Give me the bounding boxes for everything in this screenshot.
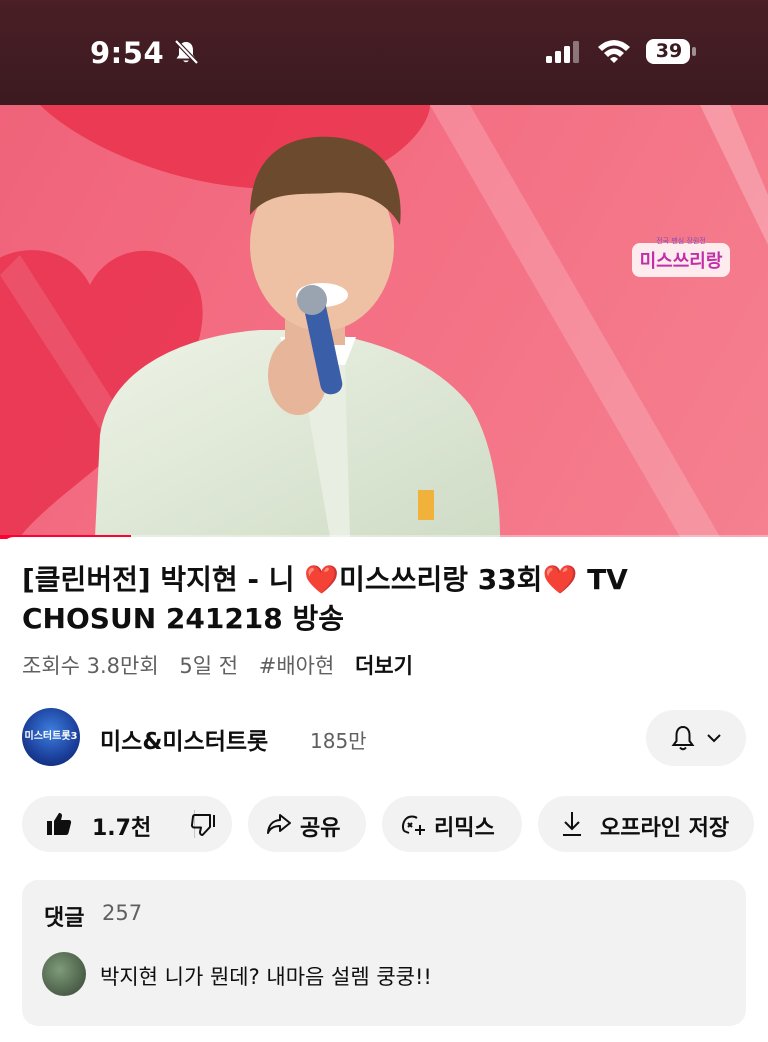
channel-avatar[interactable]: 미스터트롯3 <box>22 708 80 766</box>
status-time: 9:54 <box>90 36 165 70</box>
top-comment: 박지현 니가 뭔데? 내마음 설렘 쿵쿵!! <box>100 965 432 989</box>
remix-icon <box>402 815 425 835</box>
share-icon <box>267 814 291 834</box>
hashtag-link[interactable]: #배아현 <box>259 654 335 678</box>
battery-level: 39 <box>655 40 683 62</box>
channel-avatar-text: 미스터트롯3 <box>24 731 78 742</box>
share-button[interactable]: 공유 <box>248 796 366 852</box>
commenter-avatar <box>42 952 86 996</box>
thumbs-up-icon[interactable] <box>46 811 72 837</box>
share-label: 공유 <box>300 816 341 841</box>
video-meta[interactable]: 조회수 3.8만회 5일 전 #배아현 더보기 <box>22 650 427 680</box>
comments-count: 257 <box>102 901 143 925</box>
remix-label: 리믹스 <box>434 816 495 841</box>
svg-text:미스쓰리랑: 미스쓰리랑 <box>640 251 723 272</box>
subscriber-count: 185만 <box>310 729 367 753</box>
heart-emoji-left: ❤️ <box>304 563 340 596</box>
like-dislike-group: 1.7천 <box>22 796 232 852</box>
save-offline-label: 오프라인 저장 <box>600 816 730 841</box>
view-count: 조회수 3.8만회 <box>22 654 159 678</box>
save-offline-button[interactable]: 오프라인 저장 <box>538 796 754 852</box>
remix-button[interactable]: 리믹스 <box>382 796 522 852</box>
show-logo: 전국 팬심 장원전 미스쓰리랑 <box>632 236 730 277</box>
thumbs-down-icon[interactable] <box>191 812 217 838</box>
channel-name[interactable]: 미스&미스터트롯 <box>100 722 268 756</box>
chevron-down-icon <box>707 734 721 743</box>
comments-section[interactable]: 댓글 257 박지현 니가 뭔데? 내마음 설렘 쿵쿵!! <box>22 880 746 1026</box>
cellular-signal-icon <box>546 41 579 63</box>
svg-text:전국 팬심 장원전: 전국 팬심 장원전 <box>656 236 706 245</box>
comments-title: 댓글 <box>44 906 85 931</box>
upload-age: 5일 전 <box>179 654 239 678</box>
title-part-1: [클린버전] 박지현 - 니 <box>22 563 305 596</box>
like-count[interactable]: 1.7천 <box>92 810 151 842</box>
notification-button[interactable] <box>646 710 746 766</box>
wifi-icon <box>598 40 630 63</box>
status-bar: 9:54 39 <box>0 0 768 105</box>
video-player[interactable]: 전국 팬심 장원전 미스쓰리랑 <box>0 105 768 537</box>
heart-emoji-right: ❤️ <box>542 563 578 596</box>
download-icon <box>563 812 581 836</box>
title-part-2: 미스쓰리랑 33회 <box>339 563 543 596</box>
more-link[interactable]: 더보기 <box>355 654 413 678</box>
channel-row: 미스터트롯3 미스&미스터트롯 185만 <box>0 708 768 768</box>
bell-icon <box>671 725 695 751</box>
action-bar: 1.7천 공유 리믹스 오프라인 저장 <box>0 796 768 852</box>
video-title[interactable]: [클린버전] 박지현 - 니 ❤️미스쓰리랑 33회❤️ TV CHOSUN 2… <box>22 560 722 638</box>
bell-slash-icon <box>174 39 199 65</box>
video-frame <box>0 105 768 537</box>
